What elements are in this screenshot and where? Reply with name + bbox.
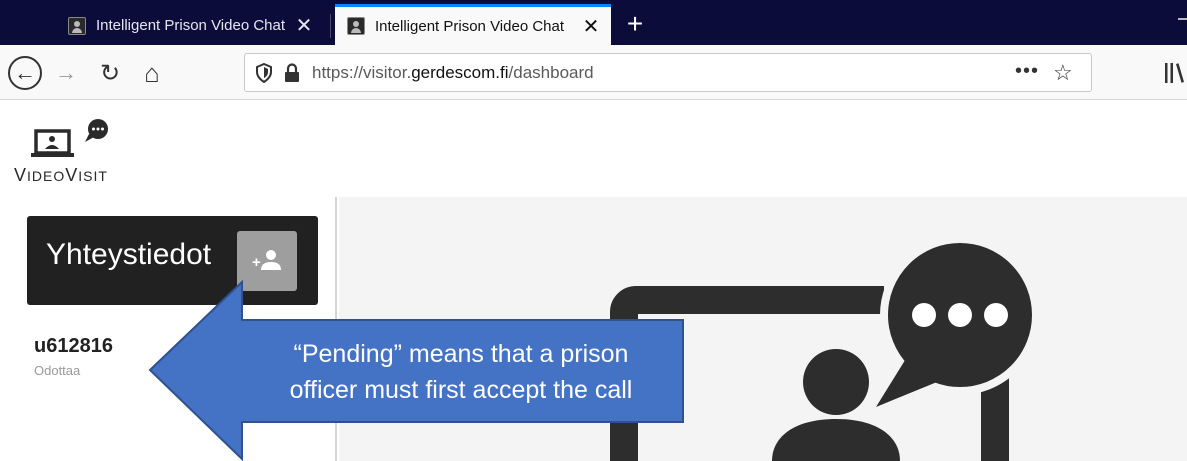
reload-button[interactable]: ↻ (96, 59, 124, 87)
callout-line-1: “Pending” means that a prison (293, 340, 629, 368)
url-bar[interactable]: https://visitor.gerdescom.fi/dashboard •… (244, 53, 1092, 92)
tab-title: Intelligent Prison Video Chat (375, 17, 565, 35)
site-favicon-icon (347, 17, 365, 35)
videovisit-logo[interactable]: VIDEOVISIT (14, 114, 144, 189)
tab-separator (330, 14, 331, 38)
home-button[interactable]: ⌂ (138, 58, 166, 88)
lock-icon[interactable] (283, 63, 301, 83)
browser-nav-bar: ← → ↻ ⌂ https://visitor.gerdescom.fi/das… (0, 45, 1187, 100)
url-text[interactable]: https://visitor.gerdescom.fi/dashboard (312, 63, 594, 83)
bookmark-star-icon[interactable]: ☆ (1053, 60, 1073, 86)
callout-line-2: officer must first accept the call (289, 376, 633, 404)
tab-close-icon[interactable]: ✕ (579, 14, 603, 38)
tracking-shield-icon[interactable] (255, 63, 273, 83)
person-body-shape (772, 419, 900, 461)
logo-wordmark: VIDEOVISIT (14, 165, 108, 185)
typing-dot-icon (984, 303, 1008, 327)
app-header: VIDEOVISIT (0, 100, 1187, 197)
browser-tab-inactive[interactable]: Intelligent Prison Video Chat ✕ (56, 6, 324, 45)
site-favicon-icon (68, 16, 86, 35)
contact-status: Odottaa (34, 363, 81, 378)
contacts-title: Yhteystiedot (46, 238, 212, 271)
browser-tab-strip: Intelligent Prison Video Chat ✕ Intellig… (0, 0, 1187, 45)
tab-title: Intelligent Prison Video Chat (96, 17, 286, 34)
new-tab-button[interactable]: + (622, 10, 648, 40)
logo-monitor-icon (31, 119, 108, 157)
contact-name: u612816 (34, 335, 113, 357)
tab-close-icon[interactable]: ✕ (292, 14, 316, 38)
svg-text:+: + (252, 254, 261, 271)
window-minimize-icon[interactable] (1178, 18, 1187, 20)
person-head-shape (803, 349, 869, 415)
contact-list-item[interactable]: u612816 Odottaa (34, 335, 113, 378)
callout-text: “Pending” means that a prison officer mu… (246, 336, 676, 408)
forward-button[interactable]: → (52, 59, 80, 87)
library-icon[interactable] (1162, 60, 1187, 86)
page-actions-menu-icon[interactable]: ••• (1015, 60, 1039, 83)
back-button[interactable]: ← (8, 56, 42, 90)
typing-dot-icon (912, 303, 936, 327)
typing-dot-icon (948, 303, 972, 327)
browser-tab-active[interactable]: Intelligent Prison Video Chat ✕ (335, 4, 611, 45)
